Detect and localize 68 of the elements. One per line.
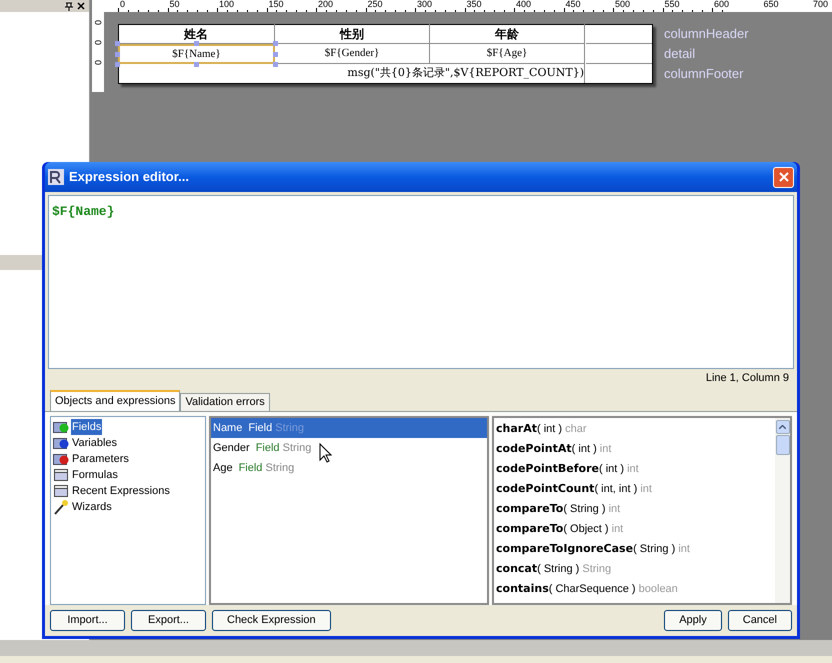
ruler-label: 0 [93,60,102,65]
ruler-label: 400 [516,0,532,10]
method-item[interactable]: concat( String ) String [494,559,775,579]
tree-item[interactable]: Variables [71,434,118,452]
expression-editor[interactable]: $F{Name} [48,195,794,369]
tab[interactable]: Validation errors [180,393,270,411]
folder-icon [53,484,69,498]
ruler-label: 600 [714,0,730,10]
band-label: detail [664,46,696,62]
close-icon [778,172,788,182]
detail-cell[interactable]: $F{Name} [115,41,278,67]
scrollbar[interactable] [775,418,790,603]
footer-cell[interactable]: msg("共{0}条记录",$V{REPORT_COUNT}) [275,64,585,83]
method-item[interactable]: compareTo( String ) int [494,499,775,519]
ruler-label: 450 [566,0,581,10]
ruler-label: 200 [318,0,334,10]
pin-icon[interactable] [65,2,73,10]
tree-item[interactable]: Fields [71,418,102,436]
mouse-pointer-icon [319,443,332,463]
method-item[interactable]: codePointBefore( int ) int [494,459,775,479]
chevron-up-icon [779,425,786,429]
folder-icon [53,468,69,482]
tree-item[interactable]: Recent Expressions [71,482,171,500]
ruler-label: 0 [93,20,102,25]
method-item[interactable]: contains( CharSequence ) boolean [494,579,775,599]
dialog-button[interactable]: Check Expression [212,610,331,631]
list-item[interactable]: Name Field String [211,418,487,438]
ruler-label: 100 [219,0,234,10]
ruler-label: 0 [120,0,126,10]
tree-item[interactable]: Parameters [71,450,130,468]
ruler-label: 0 [93,40,102,45]
ruler-label: 250 [368,0,383,10]
band-label: columnFooter [664,66,744,82]
band-label: columnHeader [664,26,749,42]
method-item[interactable]: compareTo( Object ) int [494,519,775,539]
header-cell[interactable]: 性别 [275,24,430,44]
dialog-button[interactable]: Cancel [728,610,792,631]
expression-text: $F{Name} [52,204,114,219]
list-item[interactable]: Gender Field String [211,438,487,458]
ruler-label: 500 [615,0,630,10]
ruler-label: 700 [813,0,828,10]
window-title: Expression editor... [69,168,190,186]
method-item[interactable]: charAt( int ) char [494,419,775,439]
scroll-thumb[interactable] [776,435,790,455]
detail-cell[interactable]: $F{Gender} [275,44,430,64]
ruler-label: 650 [764,0,779,10]
ruler-label: 550 [664,0,680,10]
method-item[interactable]: codePointCount( int, int ) int [494,479,775,499]
tree-item[interactable]: Formulas [71,466,119,484]
ruler-label: 300 [417,0,432,10]
ruler-label: 50 [170,0,180,10]
cursor-position: Line 1, Column 9 [706,370,789,386]
ruler-label: 150 [268,0,284,10]
header-cell[interactable]: 年龄 [430,24,585,44]
method-item[interactable]: codePointAt( int ) int [494,439,775,459]
close-icon[interactable] [77,2,85,10]
dialog-button[interactable]: Import... [50,610,125,631]
ruler-label: 350 [466,0,482,10]
magic-wand-icon [53,499,69,515]
tab[interactable]: Objects and expressions [50,390,180,411]
detail-cell[interactable]: $F{Age} [430,44,585,64]
list-item[interactable]: Age Field String [211,458,487,478]
dialog-button[interactable]: Export... [131,610,206,631]
tree-item[interactable]: Wizards [71,498,113,516]
method-item[interactable]: compareToIgnoreCase( String ) int [494,539,775,559]
dialog-button[interactable]: Apply [664,610,722,631]
close-button[interactable] [773,166,794,188]
app-icon [48,169,64,185]
